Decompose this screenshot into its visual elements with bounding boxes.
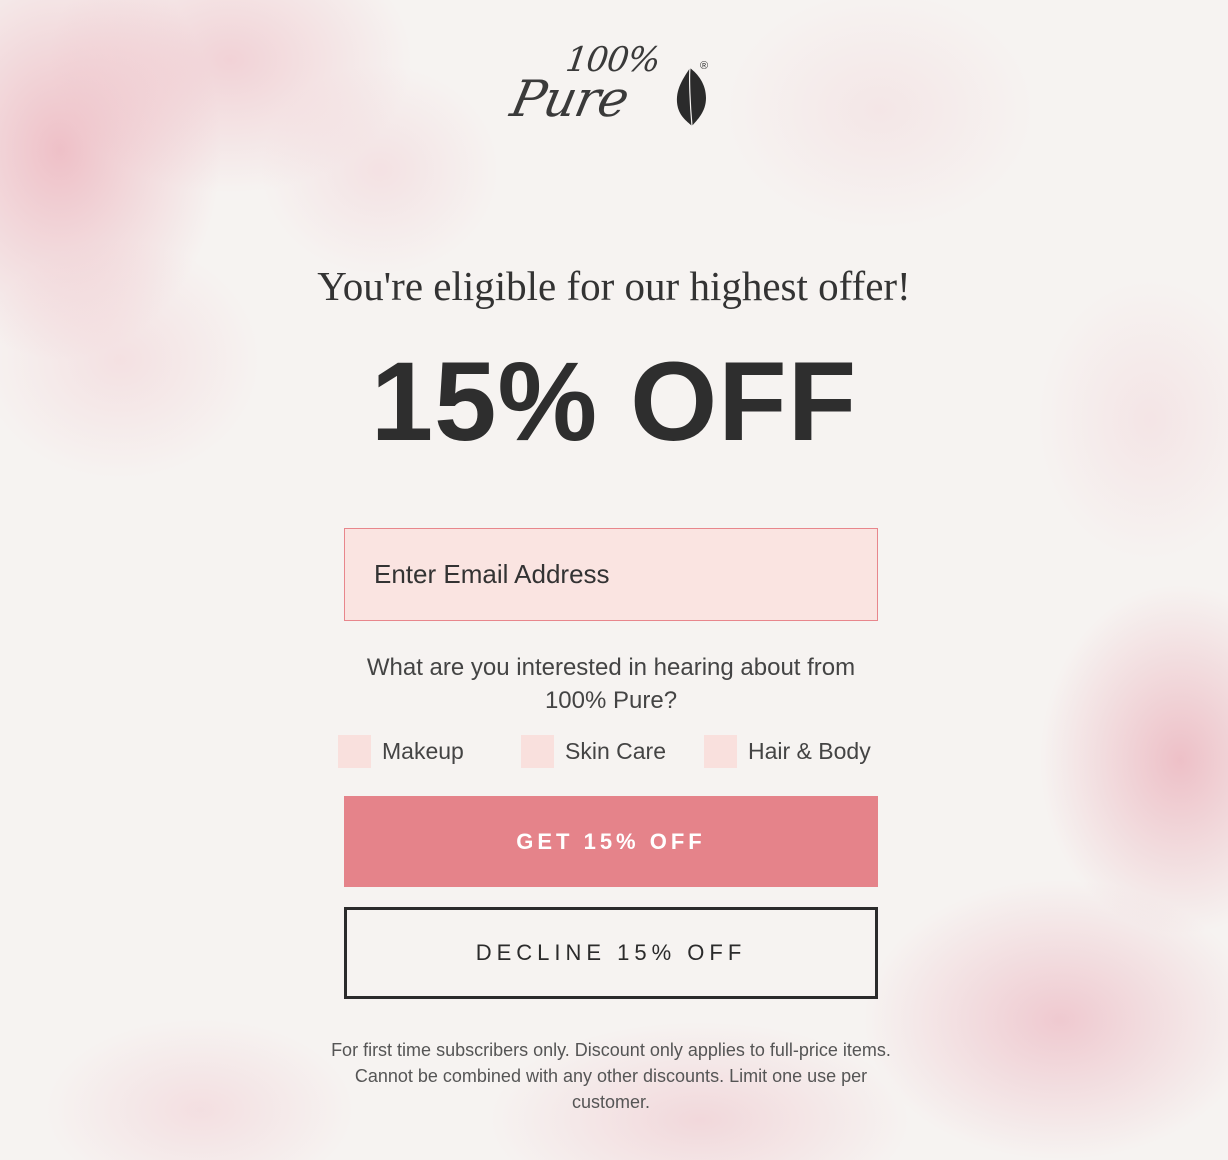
logo-text-pure: Pure xyxy=(505,70,634,128)
skin-care-label: Skin Care xyxy=(565,737,666,764)
hair-body-label: Hair & Body xyxy=(748,737,871,764)
skin-care-checkbox[interactable] xyxy=(521,734,554,768)
headline: You're eligible for our highest offer! xyxy=(317,263,911,309)
decline-discount-button[interactable]: DECLINE 15% OFF xyxy=(344,907,878,999)
hair-body-checkbox[interactable] xyxy=(704,734,737,768)
interest-option-makeup[interactable]: Makeup xyxy=(338,733,464,769)
interest-question: What are you interested in hearing about… xyxy=(366,654,856,714)
brand-logo: 100% Pure ® xyxy=(500,32,725,142)
get-discount-button[interactable]: GET 15% OFF xyxy=(344,796,878,887)
offer-title: 15% OFF xyxy=(370,339,858,464)
interest-option-skin-care[interactable]: Skin Care xyxy=(521,733,666,769)
interest-option-hair-body[interactable]: Hair & Body xyxy=(704,733,871,769)
makeup-checkbox[interactable] xyxy=(338,734,371,768)
makeup-label: Makeup xyxy=(382,737,464,764)
disclaimer-text: For first time subscribers only. Discoun… xyxy=(331,1040,891,1112)
email-field[interactable] xyxy=(344,528,878,621)
interest-options: Makeup Skin Care Hair & Body xyxy=(338,733,883,769)
leaf-icon xyxy=(676,67,706,127)
registered-mark: ® xyxy=(700,60,709,72)
